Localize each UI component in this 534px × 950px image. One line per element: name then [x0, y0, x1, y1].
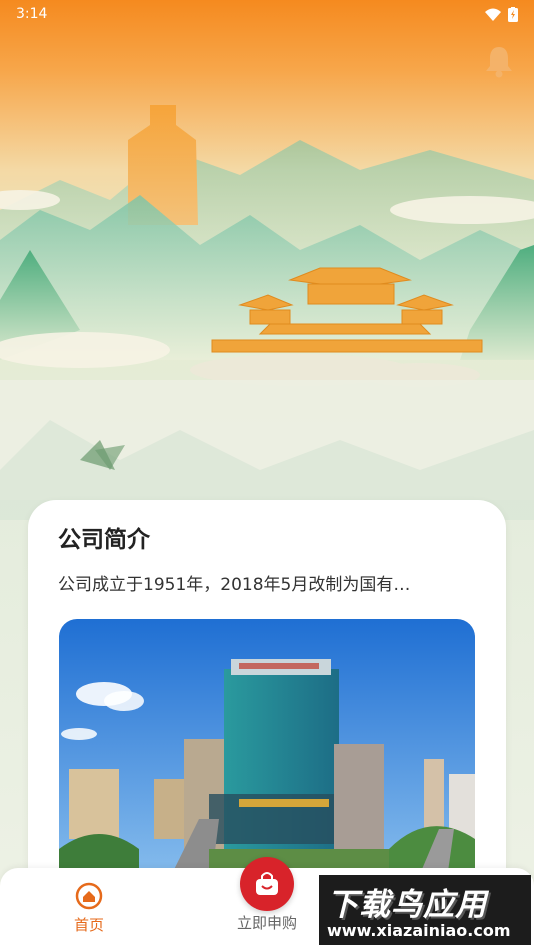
apply-purchase-button[interactable] — [240, 857, 294, 911]
battery-icon — [508, 6, 518, 22]
company-intro-description: 公司成立于1951年，2018年5月改制为国有… — [58, 575, 411, 595]
company-intro-title: 公司简介 — [58, 527, 150, 553]
watermark-banner: 下载鸟应用 www.xiazainiao.com — [319, 875, 531, 945]
company-intro-card[interactable]: 公司简介 公司成立于1951年，2018年5月改制为国有… — [28, 500, 506, 900]
status-bar: 3:14 — [0, 0, 534, 28]
watermark-title: 下载鸟应用 — [327, 887, 487, 923]
status-icons — [485, 6, 518, 22]
shopping-bag-icon — [256, 872, 278, 895]
status-time: 3:14 — [16, 6, 48, 22]
tab-home[interactable]: 首页 — [44, 882, 134, 935]
watermark-url: www.xiazainiao.com — [327, 921, 511, 940]
tab-apply[interactable]: 立即申购 — [222, 912, 312, 933]
tab-home-label: 首页 — [73, 916, 104, 934]
home-icon — [75, 882, 103, 910]
wifi-icon — [485, 8, 501, 21]
tab-apply-label: 立即申购 — [236, 914, 297, 932]
notification-bell-icon[interactable] — [484, 44, 514, 78]
